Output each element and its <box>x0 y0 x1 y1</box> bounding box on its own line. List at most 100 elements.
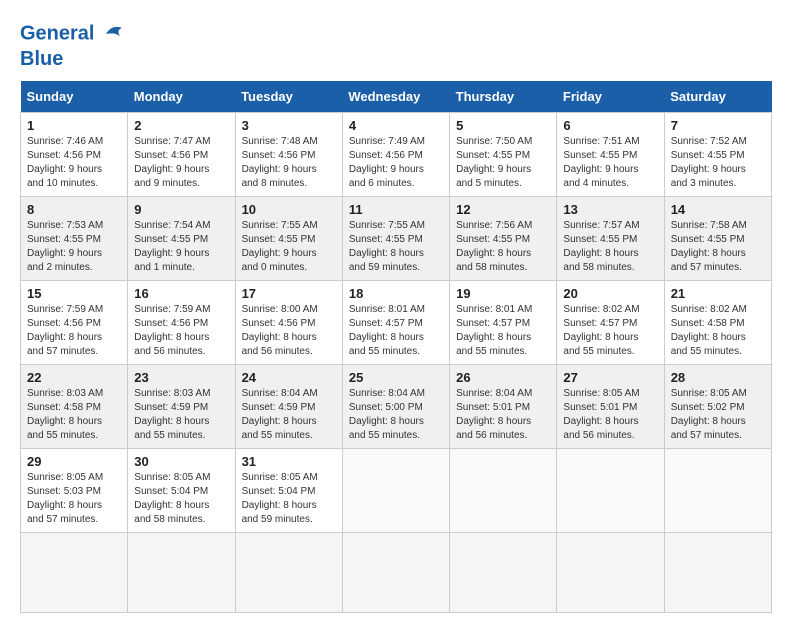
day-number-20: 20 <box>563 286 657 301</box>
calendar-cell-14: 15 Sunrise: 7:59 AM Sunset: 4:56 PM Dayli… <box>21 281 128 365</box>
calendar-cell-18: 19 Sunrise: 8:01 AM Sunset: 4:57 PM Dayli… <box>450 281 557 365</box>
calendar-cell-21: 22Sunrise: 8:03 AM Sunset: 4:58 PM Dayli… <box>21 365 128 449</box>
day-number-7: 7 <box>671 118 765 133</box>
day-detail-29: Sunrise: 8:05 AM Sunset: 5:03 PM Dayligh… <box>27 471 121 527</box>
calendar-row-1: 1Sunrise: 7:46 AM Sunset: 4:56 PM Daylig… <box>21 113 772 197</box>
calendar-cell-36 <box>128 533 235 613</box>
calendar-cell-23: 24 Sunrise: 8:04 AM Sunset: 4:59 PM Dayli… <box>235 365 342 449</box>
day-number-29: 29 <box>27 454 121 469</box>
day-detail-12: Sunrise: 7:56 AM Sunset: 4:55 PM Dayligh… <box>456 219 550 275</box>
logo-blue: Blue <box>20 48 130 71</box>
weekday-header-tuesday: Tuesday <box>235 81 342 113</box>
calendar-cell-20: 21Sunrise: 8:02 AM Sunset: 4:58 PM Dayli… <box>664 281 771 365</box>
calendar-row-4: 22Sunrise: 8:03 AM Sunset: 4:58 PM Dayli… <box>21 365 772 449</box>
day-detail-4: Sunrise: 7:49 AM Sunset: 4:56 PM Dayligh… <box>349 135 443 191</box>
calendar-cell-37 <box>235 533 342 613</box>
day-number-18: 18 <box>349 286 443 301</box>
calendar-cell-13: 14 Sunrise: 7:58 AM Sunset: 4:55 PM Dayli… <box>664 197 771 281</box>
day-number-8: 8 <box>27 202 121 217</box>
day-number-11: 11 <box>349 202 443 217</box>
logo-general: General <box>20 22 94 44</box>
weekday-header-thursday: Thursday <box>450 81 557 113</box>
logo-bird-icon <box>102 20 130 48</box>
logo: General Blue <box>20 20 130 71</box>
calendar-cell-22: 23Sunrise: 8:03 AM Sunset: 4:59 PM Dayli… <box>128 365 235 449</box>
calendar-cell-16: 17 Sunrise: 8:00 AM Sunset: 4:56 PM Dayli… <box>235 281 342 365</box>
day-detail-27: Sunrise: 8:05 AM Sunset: 5:01 PM Dayligh… <box>563 387 657 443</box>
calendar-cell-17: 18Sunrise: 8:01 AM Sunset: 4:57 PM Dayli… <box>342 281 449 365</box>
calendar-cell-2: 3 Sunrise: 7:48 AM Sunset: 4:56 PM Daylig… <box>235 113 342 197</box>
calendar-cell-25: 26Sunrise: 8:04 AM Sunset: 5:01 PM Dayli… <box>450 365 557 449</box>
day-detail-19: Sunrise: 8:01 AM Sunset: 4:57 PM Dayligh… <box>456 303 550 359</box>
weekday-header-friday: Friday <box>557 81 664 113</box>
day-number-27: 27 <box>563 370 657 385</box>
day-detail-14: Sunrise: 7:58 AM Sunset: 4:55 PM Dayligh… <box>671 219 765 275</box>
calendar-row-5: 29 Sunrise: 8:05 AM Sunset: 5:03 PM Dayli… <box>21 449 772 533</box>
calendar-row-3: 15 Sunrise: 7:59 AM Sunset: 4:56 PM Dayli… <box>21 281 772 365</box>
day-number-19: 19 <box>456 286 550 301</box>
page-header: General Blue <box>20 20 772 71</box>
calendar-cell-3: 4 Sunrise: 7:49 AM Sunset: 4:56 PM Daylig… <box>342 113 449 197</box>
calendar-cell-31 <box>342 449 449 533</box>
calendar-cell-9: 10 Sunrise: 7:55 AM Sunset: 4:55 PM Dayli… <box>235 197 342 281</box>
day-number-4: 4 <box>349 118 443 133</box>
day-detail-7: Sunrise: 7:52 AM Sunset: 4:55 PM Dayligh… <box>671 135 765 191</box>
day-number-22: 22 <box>27 370 121 385</box>
calendar-cell-32 <box>450 449 557 533</box>
calendar-cell-4: 5Sunrise: 7:50 AM Sunset: 4:55 PM Daylig… <box>450 113 557 197</box>
day-number-12: 12 <box>456 202 550 217</box>
day-number-28: 28 <box>671 370 765 385</box>
day-detail-9: Sunrise: 7:54 AM Sunset: 4:55 PM Dayligh… <box>134 219 228 275</box>
day-detail-10: Sunrise: 7:55 AM Sunset: 4:55 PM Dayligh… <box>242 219 336 275</box>
day-number-26: 26 <box>456 370 550 385</box>
day-number-17: 17 <box>242 286 336 301</box>
day-detail-11: Sunrise: 7:55 AM Sunset: 4:55 PM Dayligh… <box>349 219 443 275</box>
calendar-cell-39 <box>450 533 557 613</box>
day-number-14: 14 <box>671 202 765 217</box>
calendar-cell-28: 29 Sunrise: 8:05 AM Sunset: 5:03 PM Dayli… <box>21 449 128 533</box>
day-number-15: 15 <box>27 286 121 301</box>
day-detail-20: Sunrise: 8:02 AM Sunset: 4:57 PM Dayligh… <box>563 303 657 359</box>
day-detail-24: Sunrise: 8:04 AM Sunset: 4:59 PM Dayligh… <box>242 387 336 443</box>
calendar-cell-15: 16Sunrise: 7:59 AM Sunset: 4:56 PM Dayli… <box>128 281 235 365</box>
day-detail-28: Sunrise: 8:05 AM Sunset: 5:02 PM Dayligh… <box>671 387 765 443</box>
day-number-24: 24 <box>242 370 336 385</box>
calendar-cell-33 <box>557 449 664 533</box>
calendar-cell-34 <box>664 449 771 533</box>
weekday-header-saturday: Saturday <box>664 81 771 113</box>
day-detail-21: Sunrise: 8:02 AM Sunset: 4:58 PM Dayligh… <box>671 303 765 359</box>
calendar-cell-5: 6Sunrise: 7:51 AM Sunset: 4:55 PM Daylig… <box>557 113 664 197</box>
day-detail-25: Sunrise: 8:04 AM Sunset: 5:00 PM Dayligh… <box>349 387 443 443</box>
day-detail-3: Sunrise: 7:48 AM Sunset: 4:56 PM Dayligh… <box>242 135 336 191</box>
calendar-table: SundayMondayTuesdayWednesdayThursdayFrid… <box>20 81 772 613</box>
day-detail-8: Sunrise: 7:53 AM Sunset: 4:55 PM Dayligh… <box>27 219 121 275</box>
day-detail-31: Sunrise: 8:05 AM Sunset: 5:04 PM Dayligh… <box>242 471 336 527</box>
day-number-1: 1 <box>27 118 121 133</box>
day-detail-15: Sunrise: 7:59 AM Sunset: 4:56 PM Dayligh… <box>27 303 121 359</box>
day-number-3: 3 <box>242 118 336 133</box>
day-number-10: 10 <box>242 202 336 217</box>
calendar-cell-24: 25 Sunrise: 8:04 AM Sunset: 5:00 PM Dayli… <box>342 365 449 449</box>
day-number-25: 25 <box>349 370 443 385</box>
day-number-6: 6 <box>563 118 657 133</box>
calendar-cell-35 <box>21 533 128 613</box>
calendar-cell-29: 30Sunrise: 8:05 AM Sunset: 5:04 PM Dayli… <box>128 449 235 533</box>
calendar-cell-0: 1Sunrise: 7:46 AM Sunset: 4:56 PM Daylig… <box>21 113 128 197</box>
calendar-cell-8: 9Sunrise: 7:54 AM Sunset: 4:55 PM Daylig… <box>128 197 235 281</box>
day-number-2: 2 <box>134 118 228 133</box>
calendar-cell-11: 12 Sunrise: 7:56 AM Sunset: 4:55 PM Dayli… <box>450 197 557 281</box>
calendar-cell-40 <box>557 533 664 613</box>
day-number-13: 13 <box>563 202 657 217</box>
calendar-cell-12: 13Sunrise: 7:57 AM Sunset: 4:55 PM Dayli… <box>557 197 664 281</box>
day-detail-5: Sunrise: 7:50 AM Sunset: 4:55 PM Dayligh… <box>456 135 550 191</box>
weekday-header-monday: Monday <box>128 81 235 113</box>
calendar-cell-19: 20 Sunrise: 8:02 AM Sunset: 4:57 PM Dayli… <box>557 281 664 365</box>
calendar-cell-26: 27 Sunrise: 8:05 AM Sunset: 5:01 PM Dayli… <box>557 365 664 449</box>
day-number-31: 31 <box>242 454 336 469</box>
day-detail-17: Sunrise: 8:00 AM Sunset: 4:56 PM Dayligh… <box>242 303 336 359</box>
calendar-cell-38 <box>342 533 449 613</box>
weekday-header-sunday: Sunday <box>21 81 128 113</box>
calendar-cell-6: 7 Sunrise: 7:52 AM Sunset: 4:55 PM Daylig… <box>664 113 771 197</box>
calendar-row-2: 8 Sunrise: 7:53 AM Sunset: 4:55 PM Daylig… <box>21 197 772 281</box>
day-number-30: 30 <box>134 454 228 469</box>
